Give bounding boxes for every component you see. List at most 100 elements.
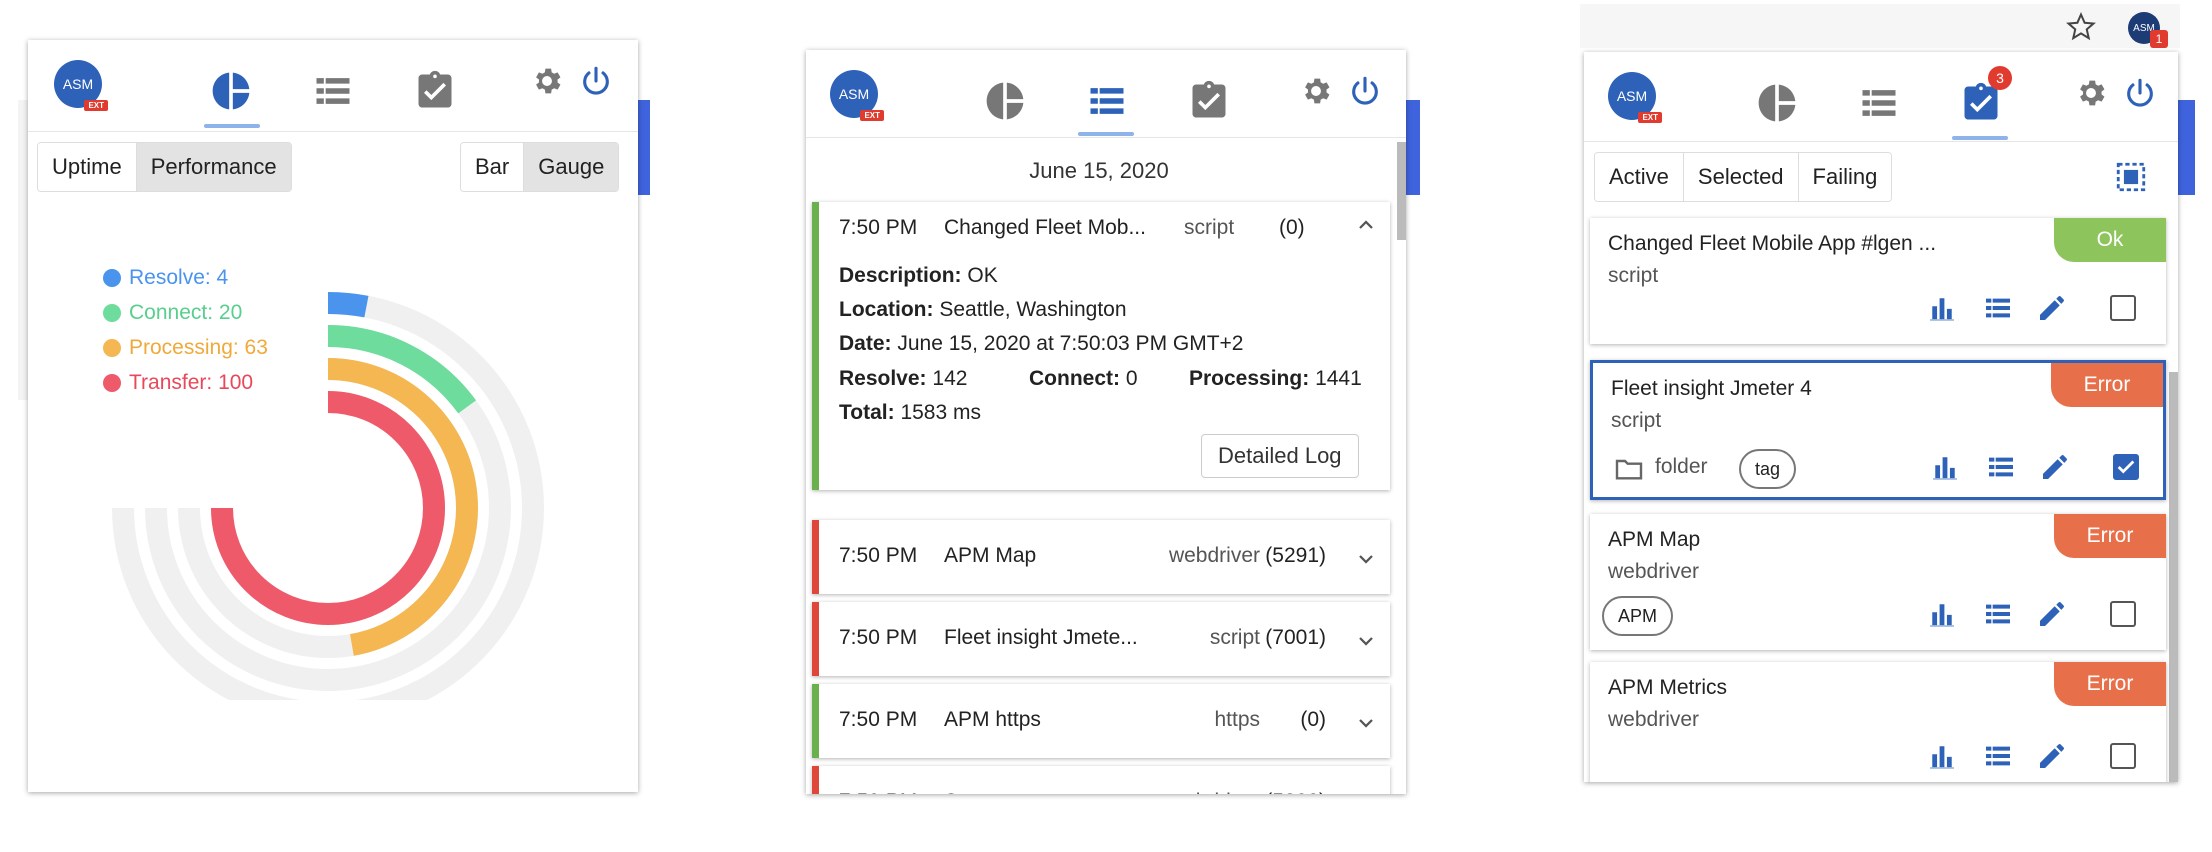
result-row[interactable]: 7:50 PM Symantec webdriver (5290) xyxy=(812,766,1390,794)
folder-icon[interactable] xyxy=(1613,453,1645,485)
result-row[interactable]: 7:50 PM APM Map webdriver (5291) xyxy=(812,520,1390,594)
power-button[interactable] xyxy=(1342,68,1388,114)
test-card[interactable]: Changed Fleet Mobile App #lgen ... scrip… xyxy=(1590,218,2166,344)
bar-tab[interactable]: Bar xyxy=(461,143,525,191)
select-checkbox[interactable] xyxy=(2113,454,2139,480)
chevron-up-icon[interactable] xyxy=(1357,216,1375,234)
total-label: Total: xyxy=(839,401,895,424)
gauge-arc-resolve[interactable] xyxy=(327,292,369,318)
nav-performance-tab[interactable] xyxy=(982,78,1028,124)
asm-logo: ASM EXT xyxy=(1608,72,1662,123)
status-badge: Error xyxy=(2054,514,2166,558)
ext-badge: EXT xyxy=(860,110,884,121)
result-count: (0) xyxy=(1300,708,1326,731)
nav-list-tab[interactable] xyxy=(310,68,356,114)
asm-logo-text: ASM xyxy=(1616,88,1648,104)
gauge-arc-transfer[interactable] xyxy=(211,391,445,625)
nav-performance-tab[interactable] xyxy=(1754,80,1800,126)
list-icon[interactable] xyxy=(1985,451,2017,483)
nav-performance-tab[interactable] xyxy=(208,68,254,114)
legend-label: Processing: 63 xyxy=(129,336,268,359)
chevron-down-icon[interactable] xyxy=(1357,714,1375,732)
select-checkbox[interactable] xyxy=(2110,743,2136,769)
gauge-tab[interactable]: Gauge xyxy=(524,143,619,191)
chevron-down-icon[interactable] xyxy=(1357,550,1375,568)
nav-tests-tab[interactable] xyxy=(412,68,458,114)
test-filter: Active Selected Failing xyxy=(1594,152,1893,202)
scrollbar[interactable] xyxy=(1397,142,1406,240)
bar-chart-icon[interactable] xyxy=(1929,451,1961,483)
browser-ext-count-badge: 1 xyxy=(2150,30,2168,48)
power-icon xyxy=(583,66,609,95)
result-row[interactable]: 7:50 PM Fleet insight Jmete... script (7… xyxy=(812,602,1390,676)
pencil-icon[interactable] xyxy=(2036,292,2068,324)
test-card[interactable]: Fleet insight Jmeter 4 script Error fold… xyxy=(1590,360,2166,500)
filter-failing[interactable]: Failing xyxy=(1798,153,1892,201)
description-label: Description: xyxy=(839,264,962,287)
result-type: webdriver xyxy=(1169,790,1260,794)
filter-selected[interactable]: Selected xyxy=(1683,153,1799,201)
nav-list-tab[interactable] xyxy=(1856,80,1902,126)
list-icon[interactable] xyxy=(1982,740,2014,772)
asm-logo: ASM EXT xyxy=(54,60,108,111)
settings-button[interactable] xyxy=(524,58,570,104)
settings-button[interactable] xyxy=(2068,70,2114,116)
uptime-tab[interactable]: Uptime xyxy=(38,143,137,191)
bar-chart-icon[interactable] xyxy=(1926,598,1958,630)
detailed-log-button[interactable]: Detailed Log xyxy=(1201,434,1359,478)
pencil-icon[interactable] xyxy=(2036,598,2068,630)
chevron-down-icon[interactable] xyxy=(1357,632,1375,650)
result-card-expanded[interactable]: 7:50 PM Changed Fleet Mob... script (0) … xyxy=(812,202,1390,490)
ext-badge: EXT xyxy=(84,100,108,111)
test-type: script xyxy=(1608,264,1659,287)
star-icon[interactable] xyxy=(2066,12,2096,42)
tag-chip[interactable]: APM xyxy=(1602,596,1674,636)
pencil-icon[interactable] xyxy=(2039,451,2071,483)
legend-label: Resolve: 4 xyxy=(129,266,229,289)
bar-chart-icon[interactable] xyxy=(1926,740,1958,772)
result-row[interactable]: 7:50 PM APM https https (0) xyxy=(812,684,1390,758)
scrollbar[interactable] xyxy=(2169,372,2178,782)
resolve-label: Resolve: xyxy=(839,367,927,390)
result-name: Fleet insight Jmete... xyxy=(944,626,1138,649)
test-card[interactable]: APM Map webdriver Error APM xyxy=(1590,514,2166,650)
result-count: (5290) xyxy=(1265,790,1326,794)
performance-tab[interactable]: Performance xyxy=(136,143,291,191)
processing-label: Processing: xyxy=(1189,367,1310,390)
popup-header: ASM EXT xyxy=(806,50,1406,138)
total-line: Total: 1583 ms xyxy=(839,401,981,425)
history-date: June 15, 2020 xyxy=(1029,158,1169,183)
popup-header: ASM EXT xyxy=(28,40,638,132)
select-checkbox[interactable] xyxy=(2110,295,2136,321)
select-checkbox[interactable] xyxy=(2110,601,2136,627)
list-icon[interactable] xyxy=(1982,598,2014,630)
pie-chart-icon xyxy=(986,82,1024,120)
power-button[interactable] xyxy=(573,58,619,104)
legend-transfer: Transfer: 100 xyxy=(103,365,268,400)
nav-tests-tab[interactable] xyxy=(1186,78,1232,124)
list-icon[interactable] xyxy=(1982,292,2014,324)
settings-button[interactable] xyxy=(1293,68,1339,114)
power-button[interactable] xyxy=(2117,70,2163,116)
date-line: Date: June 15, 2020 at 7:50:03 PM GMT+2 xyxy=(839,332,1244,356)
legend-resolve: Resolve: 4 xyxy=(103,260,268,295)
clipboard-check-icon xyxy=(418,70,452,108)
tag-chip[interactable]: tag xyxy=(1739,449,1797,489)
test-name: Fleet insight Jmeter 4 xyxy=(1611,377,1812,400)
folder-label[interactable]: folder xyxy=(1655,455,1708,479)
legend-dot-transfer xyxy=(103,373,121,392)
result-name: APM https xyxy=(944,708,1041,731)
popup-header: ASM EXT 3 xyxy=(1584,52,2178,142)
nav-list-tab[interactable] xyxy=(1084,78,1130,124)
resolve-value: 142 xyxy=(932,367,968,390)
select-all-icon[interactable] xyxy=(2114,160,2148,194)
legend-processing: Processing: 63 xyxy=(103,330,268,365)
asm-logo-text: ASM xyxy=(838,86,870,102)
connect-value: 0 xyxy=(1125,367,1138,390)
result-time: 7:50 PM xyxy=(839,708,918,731)
legend-dot-processing xyxy=(103,338,121,357)
bar-chart-icon[interactable] xyxy=(1926,292,1958,324)
pencil-icon[interactable] xyxy=(2036,740,2068,772)
test-card[interactable]: APM Metrics webdriver Error xyxy=(1590,662,2166,782)
filter-active[interactable]: Active xyxy=(1595,153,1684,201)
